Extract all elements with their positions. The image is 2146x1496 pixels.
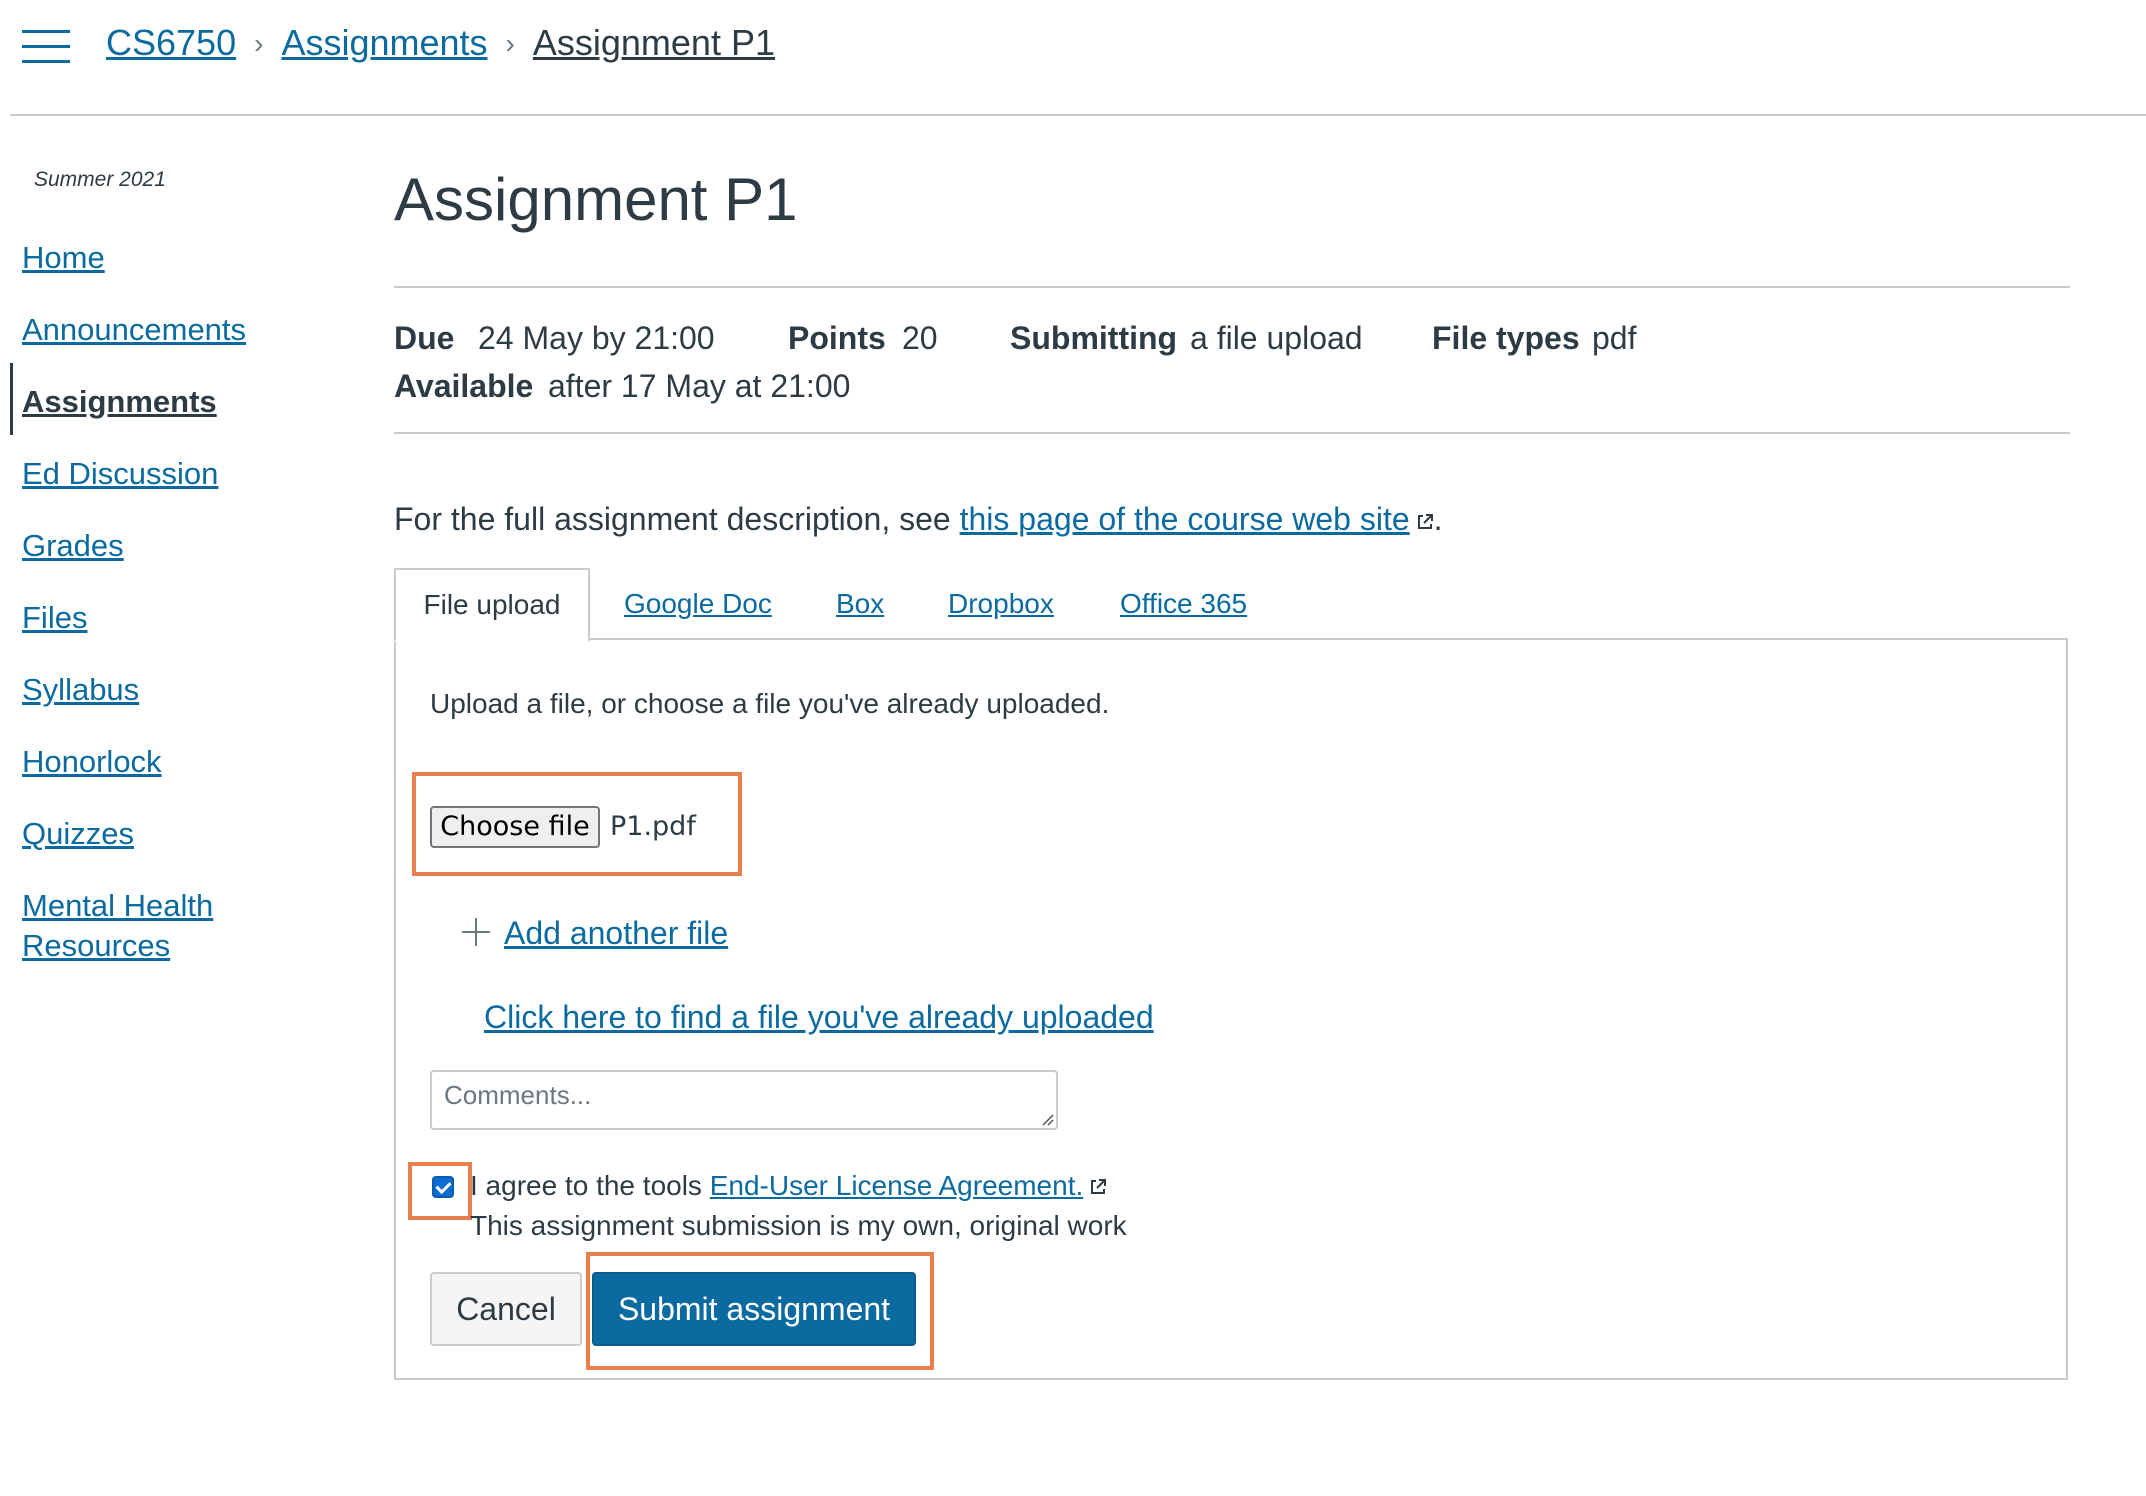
external-link-icon [1091,1179,1107,1194]
eula-agree-text: I agree to the tools [470,1170,710,1201]
details-divider [394,432,2070,434]
eula-link[interactable]: End-User License Agreement. [710,1170,1084,1201]
points-value: 20 [902,320,938,356]
submit-assignment-button[interactable]: Submit assignment [592,1272,916,1346]
assignment-description: For the full assignment description, see… [394,496,1443,542]
due-label: Due [394,320,455,356]
sidebar-item-syllabus[interactable]: Syllabus [22,670,139,710]
description-suffix: . [1433,501,1443,537]
resize-grip-icon[interactable] [1038,1110,1054,1126]
page-title: Assignment P1 [394,166,798,233]
choose-file-button[interactable]: Choose file [430,806,600,848]
add-another-file-link[interactable]: Add another file [504,910,728,956]
sidebar-item-announcements[interactable]: Announcements [22,310,246,350]
plus-icon [462,918,490,946]
due-value: 24 May by 21:00 [478,320,715,356]
header-divider [10,114,2146,116]
points-label: Points [788,320,886,356]
sidebar-item-ed-discussion[interactable]: Ed Discussion [22,454,218,494]
tab-google-doc[interactable]: Google Doc [624,568,772,640]
selected-file-name: P1.pdf [610,811,696,842]
file-types-value: pdf [1592,320,1637,356]
breadcrumb-assignments[interactable]: Assignments [281,22,487,63]
submitting-value: a file upload [1190,320,1363,356]
comments-input[interactable] [430,1070,1058,1130]
sidebar-item-honorlock[interactable]: Honorlock [22,742,162,782]
course-web-site-link[interactable]: this page of the course web site [960,501,1410,537]
available-label: Available [394,368,534,404]
description-text: For the full assignment description, see [394,501,960,537]
term-label: Summer 2021 [34,168,166,191]
active-nav-indicator [10,363,13,435]
cancel-button[interactable]: Cancel [430,1272,582,1346]
sidebar-item-home[interactable]: Home [22,238,105,278]
original-work-statement: This assignment submission is my own, or… [470,1210,1127,1241]
breadcrumb-current[interactable]: Assignment P1 [533,22,775,63]
sidebar-item-files[interactable]: Files [22,598,87,638]
sidebar-item-quizzes[interactable]: Quizzes [22,814,134,854]
upload-instructions: Upload a file, or choose a file you've a… [430,688,1110,719]
title-divider [394,286,2070,288]
chevron-right-icon: › [505,28,515,59]
top-bar: CS6750 › Assignments › Assignment P1 [0,0,2146,114]
hamburger-menu-icon[interactable] [22,30,70,64]
eula-agree-checkbox[interactable] [432,1176,454,1198]
submitting-label: Submitting [1010,320,1178,356]
external-link-icon [1417,514,1433,529]
sidebar-item-grades[interactable]: Grades [22,526,124,566]
find-uploaded-file: Click here to find a file you've already… [484,994,1154,1040]
tab-office-365[interactable]: Office 365 [1120,568,1247,640]
find-uploaded-file-link[interactable]: Click here to find a file you've already… [484,999,1154,1035]
breadcrumb: CS6750 › Assignments › Assignment P1 [106,20,775,67]
available-value: after 17 May at 21:00 [548,368,851,404]
tab-box[interactable]: Box [836,568,884,640]
file-types-label: File types [1432,320,1580,356]
tab-file-upload[interactable]: File upload [394,568,590,642]
tab-dropbox[interactable]: Dropbox [948,568,1054,640]
sidebar-item-mental-health[interactable]: Mental Health [22,886,213,926]
sidebar-item-assignments[interactable]: Assignments [22,382,217,422]
chevron-right-icon: › [254,28,264,59]
sidebar-item-mental-health-resources[interactable]: Resources [22,926,170,966]
eula-agree-label: I agree to the tools End-User License Ag… [470,1166,1107,1206]
breadcrumb-course[interactable]: CS6750 [106,22,236,63]
